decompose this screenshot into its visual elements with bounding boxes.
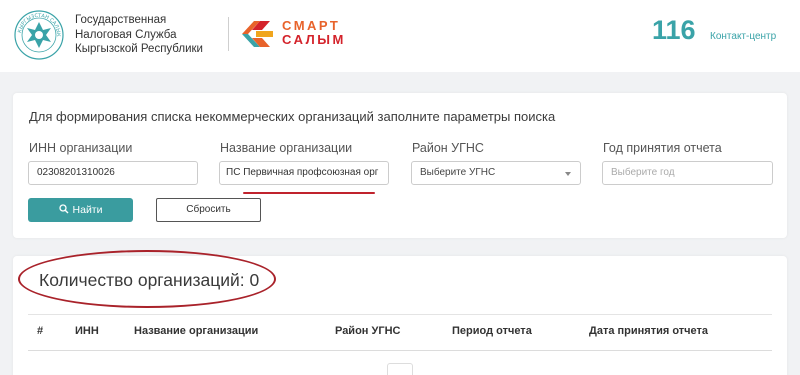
pagination-button[interactable] [387, 363, 413, 375]
inn-label: ИНН организации [29, 141, 133, 155]
column-header-number: # [37, 325, 44, 337]
annotation-ellipse [18, 250, 276, 308]
inn-input[interactable]: 02308201310026 [28, 161, 198, 185]
district-select[interactable]: Выберите УГНС [411, 161, 581, 185]
agency-line-3: Кыргызской Республики [75, 43, 203, 55]
site-header: КЫРГЫЗСТАН САЛЫК КЫЗМАТЫ Государственная… [0, 0, 800, 72]
header-divider [228, 17, 229, 51]
table-top-divider [28, 314, 772, 315]
agency-line-1: Государственная [75, 14, 167, 26]
org-name-input[interactable]: ПС Первичная профсоюзная орг [219, 161, 389, 185]
agency-line-2: Налоговая Служба [75, 28, 177, 41]
tax-service-emblem-icon[interactable]: КЫРГЫЗСТАН САЛЫК КЫЗМАТЫ [14, 10, 64, 60]
smart-salym-logo-icon[interactable] [240, 18, 274, 50]
search-icon [58, 204, 69, 214]
annotation-underline [243, 192, 375, 194]
contact-center-label: Контакт-центр [710, 31, 777, 42]
agency-name: Государственная Налоговая Служба Кыргызс… [75, 13, 203, 57]
column-header-inn: ИНН [75, 325, 99, 337]
search-form-title: Для формирования списка некоммерческих о… [29, 109, 556, 124]
column-header-report-period: Период отчета [452, 325, 532, 337]
find-button[interactable]: Найти [28, 198, 133, 222]
smart-text-line2: САЛЫМ [282, 32, 346, 47]
column-header-acceptance-date: Дата принятия отчета [589, 325, 709, 337]
smart-salym-text: СМАРТ САЛЫМ [282, 19, 346, 47]
report-year-label: Год принятия отчета [603, 141, 722, 155]
smart-text-line1: СМАРТ [282, 18, 341, 33]
district-label: Район УГНС [412, 141, 484, 155]
column-header-org-name: Название организации [134, 325, 259, 337]
reset-button[interactable]: Сбросить [156, 198, 261, 222]
chevron-down-icon [565, 172, 571, 176]
org-name-label: Название организации [220, 141, 353, 155]
column-header-district: Район УГНС [335, 325, 401, 337]
report-year-input[interactable]: Выберите год [602, 161, 773, 185]
table-header-divider [28, 350, 772, 351]
contact-phone-number[interactable]: 116 [652, 15, 696, 46]
find-button-label: Найти [72, 204, 103, 216]
